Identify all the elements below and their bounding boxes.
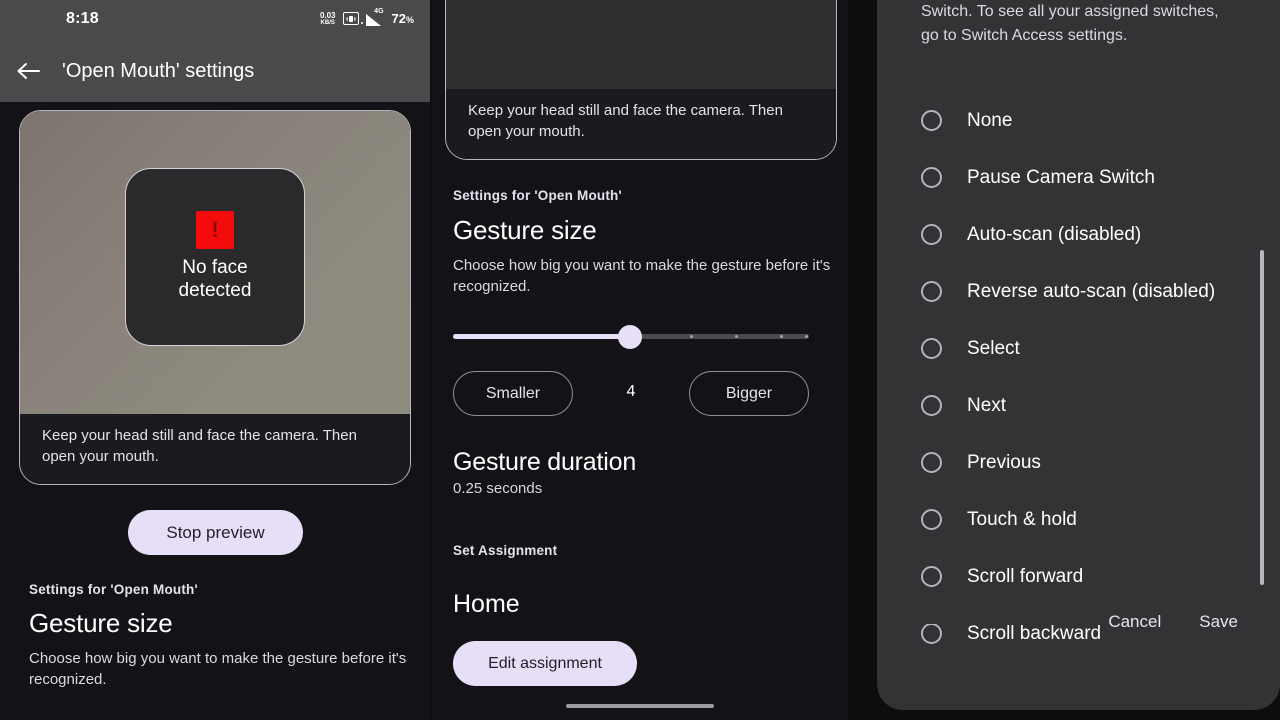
dialog-description: Switch. To see all your assigned switche… <box>921 3 1219 44</box>
option-label: Reverse auto-scan (disabled) <box>967 280 1216 302</box>
data-rate-indicator: 0.03 KB/S <box>319 10 336 26</box>
section-overline: Settings for 'Open Mouth' <box>453 188 622 203</box>
left-phone-panel: 8:18 0.03 KB/S 4G 72% 'Open Mouth' setti… <box>0 0 430 720</box>
radio-button-icon[interactable] <box>921 224 942 245</box>
no-face-text: No face detected <box>178 257 252 301</box>
gesture-duration-value: 0.25 seconds <box>453 480 543 497</box>
navigation-gesture-bar[interactable] <box>566 704 714 708</box>
gesture-duration-heading: Gesture duration <box>453 448 637 476</box>
slider-tick <box>780 335 783 338</box>
list-item[interactable]: Touch & hold <box>877 491 1280 548</box>
signal-bars <box>365 13 381 26</box>
slider-thumb[interactable] <box>618 325 642 349</box>
radio-button-icon[interactable] <box>921 167 942 188</box>
preview-caption: Keep your head still and face the camera… <box>20 414 410 484</box>
back-arrow-glyph <box>17 63 40 79</box>
slider-fill <box>453 334 631 339</box>
list-item[interactable]: Select <box>877 320 1280 377</box>
option-label: Previous <box>967 451 1041 473</box>
gesture-size-description: Choose how big you want to make the gest… <box>29 650 407 688</box>
dialog-scrollbar-thumb[interactable] <box>1260 250 1264 585</box>
list-item[interactable]: Pause Camera Switch <box>877 149 1280 206</box>
radio-button-icon[interactable] <box>921 281 942 302</box>
dialog-scrollbar[interactable] <box>1260 95 1272 585</box>
radio-button-icon[interactable] <box>921 338 942 359</box>
status-bar: 8:18 0.03 KB/S 4G 72% <box>0 0 430 40</box>
slider-tick <box>690 335 693 338</box>
data-rate-unit: KB/S <box>320 19 335 26</box>
radio-button-icon[interactable] <box>921 509 942 530</box>
option-label: Scroll forward <box>967 565 1084 587</box>
gesture-size-value: 4 <box>626 383 636 400</box>
camera-feed-dark <box>446 0 836 91</box>
status-bar-clock: 8:18 <box>66 10 99 27</box>
option-label: Auto-scan (disabled) <box>967 223 1142 245</box>
assignment-value: Home <box>453 590 520 618</box>
gesture-size-heading: Gesture size <box>29 608 173 638</box>
gesture-size-description: Choose how big you want to make the gest… <box>453 257 831 295</box>
set-assignment-overline: Set Assignment <box>453 543 558 558</box>
stop-preview-button[interactable]: Stop preview <box>128 510 303 555</box>
vibrate-glyph <box>346 15 356 22</box>
camera-preview-card-scrolled: Keep your head still and face the camera… <box>445 0 837 160</box>
left-settings-section: Settings for 'Open Mouth' Gesture size C… <box>29 582 419 690</box>
list-item[interactable]: Auto-scan (disabled) <box>877 206 1280 263</box>
option-label: None <box>967 109 1013 131</box>
option-label: Touch & hold <box>967 508 1077 530</box>
right-phone-panel: Switch. To see all your assigned switche… <box>850 0 1280 720</box>
list-item[interactable]: None <box>877 92 1280 149</box>
bigger-button[interactable]: Bigger <box>689 371 809 416</box>
radio-button-icon[interactable] <box>921 395 942 416</box>
slider-tick <box>805 335 808 338</box>
assignment-option-list: None Pause Camera Switch Auto-scan (disa… <box>877 92 1280 662</box>
list-item[interactable]: Reverse auto-scan (disabled) <box>877 263 1280 320</box>
smaller-button[interactable]: Smaller <box>453 371 573 416</box>
gesture-settings-body: Settings for 'Open Mouth' Gesture size C… <box>453 188 833 686</box>
screenshot-stage: 8:18 0.03 KB/S 4G 72% 'Open Mouth' setti… <box>0 0 1280 720</box>
cancel-button[interactable]: Cancel <box>1094 603 1175 641</box>
camera-feed: ! No face detected <box>20 111 410 416</box>
battery-indicator: 72% <box>392 11 414 26</box>
option-label: Select <box>967 337 1020 359</box>
warning-glyph: ! <box>211 217 219 243</box>
app-bar: 'Open Mouth' settings <box>0 40 430 102</box>
section-overline: Settings for 'Open Mouth' <box>29 582 198 597</box>
back-arrow-icon[interactable] <box>0 40 56 102</box>
warning-icon: ! <box>196 211 234 250</box>
signal-dot <box>360 21 363 24</box>
slider-tick <box>735 335 738 338</box>
status-bar-icons: 0.03 KB/S 4G 72% <box>319 8 414 27</box>
vibrate-icon <box>342 12 359 25</box>
option-label: Pause Camera Switch <box>967 166 1155 188</box>
battery-unit: % <box>405 15 414 25</box>
no-face-status-box: ! No face detected <box>125 168 305 346</box>
network-type-label: 4G <box>374 7 384 15</box>
battery-value: 72 <box>391 11 406 26</box>
list-item[interactable]: Previous <box>877 434 1280 491</box>
option-label: Next <box>967 394 1007 416</box>
camera-preview-card: ! No face detected Keep your head still a… <box>19 110 411 485</box>
data-rate-value: 0.03 <box>319 10 336 20</box>
gesture-size-slider[interactable] <box>453 323 809 349</box>
assignment-dialog: Switch. To see all your assigned switche… <box>877 0 1280 710</box>
middle-phone-panel: Keep your head still and face the camera… <box>432 0 848 720</box>
preview-caption: Keep your head still and face the camera… <box>446 89 836 159</box>
gesture-size-heading: Gesture size <box>453 215 597 245</box>
signal-strength-icon: 4G <box>360 8 385 26</box>
radio-button-icon[interactable] <box>921 110 942 131</box>
dialog-action-bar: Cancel Save <box>877 594 1280 650</box>
list-item[interactable]: Next <box>877 377 1280 434</box>
save-button[interactable]: Save <box>1185 603 1252 641</box>
radio-button-icon[interactable] <box>921 452 942 473</box>
radio-button-icon[interactable] <box>921 566 942 587</box>
edit-assignment-button[interactable]: Edit assignment <box>453 641 637 686</box>
page-title: 'Open Mouth' settings <box>62 59 255 82</box>
gesture-size-controls: Smaller 4 Bigger <box>453 371 809 416</box>
